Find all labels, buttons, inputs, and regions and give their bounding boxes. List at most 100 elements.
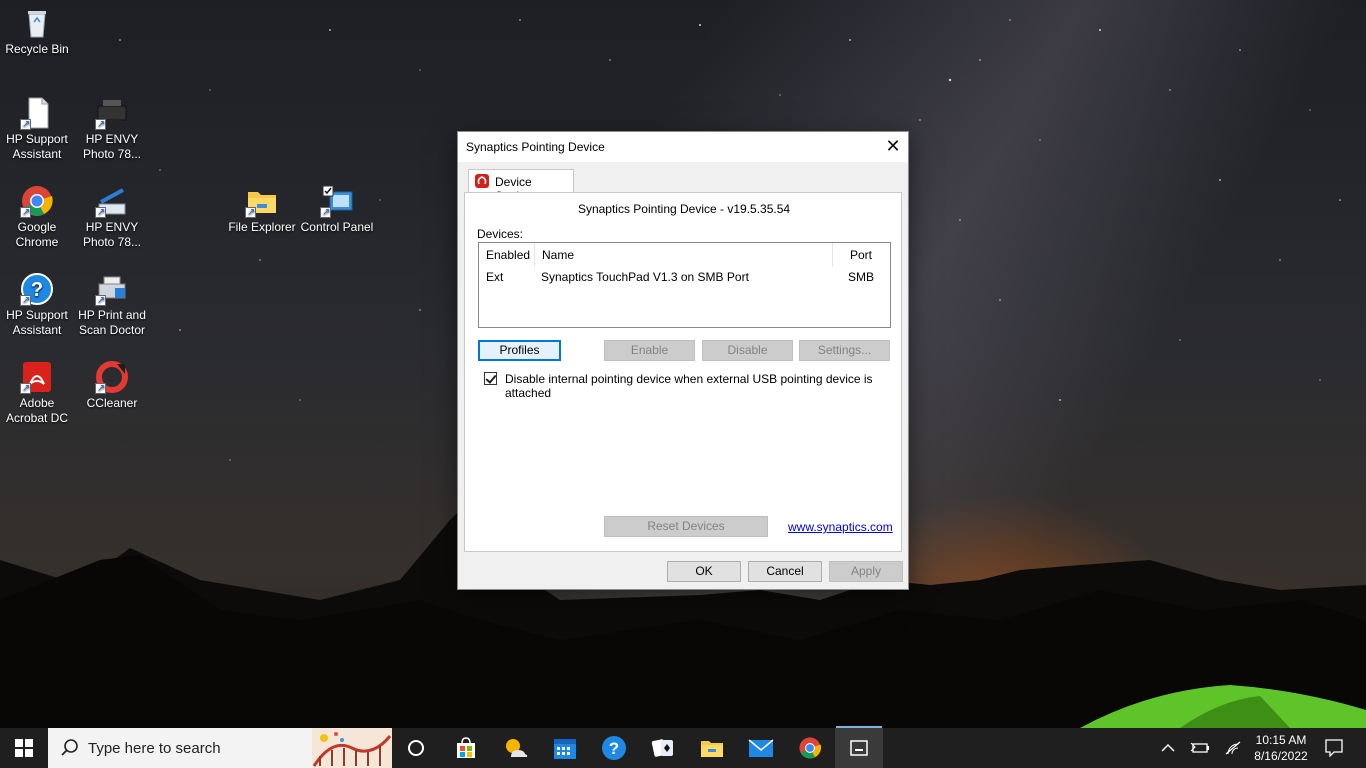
notification-icon bbox=[1325, 739, 1343, 757]
taskbar-file-explorer[interactable] bbox=[688, 728, 736, 768]
desktop-icon-label: HP Print and Scan Doctor bbox=[78, 308, 146, 337]
column-header-enabled[interactable]: Enabled bbox=[479, 243, 535, 267]
tray-clock[interactable]: 10:15 AM 8/16/2022 bbox=[1248, 732, 1314, 764]
taskbar-search-box[interactable]: Type here to search bbox=[48, 728, 392, 768]
desktop-icon-google-chrome[interactable]: Google Chrome bbox=[0, 184, 76, 250]
clock-date: 8/16/2022 bbox=[1254, 749, 1308, 763]
desktop-icon-hp-envy-1[interactable]: HP ENVY Photo 78... bbox=[73, 96, 151, 162]
desktop-icon-label: HP Support Assistant bbox=[6, 308, 68, 337]
svg-text:?: ? bbox=[609, 739, 619, 758]
synaptics-dialog: Synaptics Pointing Device ✕ Device Setti… bbox=[457, 131, 909, 590]
solitaire-icon bbox=[651, 739, 673, 757]
dialog-titlebar[interactable]: Synaptics Pointing Device ✕ bbox=[458, 132, 908, 162]
cancel-button[interactable]: Cancel bbox=[748, 561, 822, 582]
desktop-icon-label: HP Support Assistant bbox=[6, 132, 68, 161]
desktop-icon-label: Adobe Acrobat DC bbox=[5, 396, 69, 425]
devices-label: Devices: bbox=[477, 227, 524, 241]
taskbar-chrome[interactable] bbox=[786, 728, 834, 768]
tab-device-settings[interactable]: Device Settings bbox=[468, 169, 574, 203]
synaptics-logo-icon bbox=[475, 174, 489, 188]
dialog-title: Synaptics Pointing Device bbox=[466, 140, 605, 154]
microsoft-store-icon bbox=[457, 737, 475, 758]
taskbar-synaptics-window[interactable] bbox=[835, 728, 883, 768]
chevron-up-icon bbox=[1161, 743, 1175, 752]
file-explorer-icon bbox=[701, 741, 723, 757]
search-highlight-art-icon bbox=[312, 728, 392, 768]
wifi-icon bbox=[1225, 741, 1241, 755]
shortcut-arrow-icon bbox=[20, 117, 31, 132]
shortcut-arrow-icon bbox=[20, 205, 31, 220]
desktop-icon-label: CCleaner bbox=[86, 396, 138, 410]
desktop-icon-label: HP ENVY Photo 78... bbox=[82, 132, 142, 161]
taskbar-store[interactable] bbox=[442, 728, 490, 768]
shortcut-arrow-icon bbox=[20, 293, 31, 308]
search-icon bbox=[61, 739, 78, 756]
printer-icon bbox=[95, 96, 129, 132]
disable-button[interactable]: Disable bbox=[702, 340, 793, 361]
ok-button[interactable]: OK bbox=[667, 561, 741, 582]
shortcut-arrow-icon bbox=[20, 381, 31, 396]
clock-time: 10:15 AM bbox=[1255, 733, 1307, 747]
table-cell-name[interactable]: Synaptics TouchPad V1.3 on SMB Port bbox=[541, 267, 831, 287]
desktop-icon-hp-support-assistant[interactable]: HP Support Assistant bbox=[0, 96, 76, 162]
cortana-icon bbox=[408, 740, 424, 756]
tray-notifications[interactable] bbox=[1312, 728, 1356, 768]
device-settings-panel: Synaptics Pointing Device - v19.5.35.54 … bbox=[464, 192, 902, 552]
shortcut-arrow-icon bbox=[95, 293, 106, 308]
desktop-icon-label: HP ENVY Photo 78... bbox=[82, 220, 142, 249]
column-header-port[interactable]: Port bbox=[833, 243, 890, 267]
table-cell-enabled[interactable]: Ext bbox=[486, 267, 536, 287]
synaptics-link[interactable]: www.synaptics.com bbox=[788, 520, 893, 534]
control-panel-icon bbox=[320, 184, 354, 220]
desktop-icon-label: File Explorer bbox=[228, 220, 296, 234]
desktop-icon-recycle-bin[interactable]: Recycle Bin bbox=[0, 6, 76, 57]
chrome-icon bbox=[799, 737, 822, 759]
synaptics-window-icon bbox=[850, 740, 868, 756]
search-placeholder: Type here to search bbox=[88, 740, 221, 757]
shortcut-arrow-icon bbox=[320, 205, 331, 220]
acrobat-icon bbox=[20, 360, 54, 396]
active-window-indicator bbox=[836, 726, 882, 728]
desktop-icon-adobe-acrobat[interactable]: Adobe Acrobat DC bbox=[0, 360, 76, 426]
desktop-icon-file-explorer[interactable]: File Explorer bbox=[223, 184, 301, 235]
devices-table[interactable]: Enabled Name Port Ext Synaptics TouchPad… bbox=[478, 242, 891, 328]
profiles-button[interactable]: Profiles bbox=[478, 340, 561, 361]
version-label: Synaptics Pointing Device - v19.5.35.54 bbox=[577, 202, 791, 216]
enable-button[interactable]: Enable bbox=[604, 340, 695, 361]
apply-button[interactable]: Apply bbox=[829, 561, 903, 582]
get-help-icon: ? bbox=[602, 736, 626, 760]
reset-devices-button[interactable]: Reset Devices bbox=[604, 516, 768, 537]
table-cell-port[interactable]: SMB bbox=[848, 267, 888, 287]
desktop-icon-label: Control Panel bbox=[300, 220, 374, 234]
folder-icon bbox=[245, 184, 279, 220]
taskbar-weather[interactable] bbox=[492, 728, 540, 768]
taskbar-mail[interactable] bbox=[737, 728, 785, 768]
close-icon[interactable]: ✕ bbox=[878, 132, 908, 162]
settings-button[interactable]: Settings... bbox=[799, 340, 890, 361]
taskbar-calendar[interactable] bbox=[541, 728, 589, 768]
svg-text:?: ? bbox=[31, 279, 43, 301]
windows-logo-icon bbox=[15, 739, 33, 757]
start-button[interactable] bbox=[0, 728, 48, 768]
shortcut-arrow-icon bbox=[95, 205, 106, 220]
desktop-icon-hp-print-scan-doctor[interactable]: HP Print and Scan Doctor bbox=[73, 272, 151, 338]
recycle-bin-icon bbox=[20, 6, 54, 40]
disable-internal-checkbox[interactable] bbox=[484, 372, 497, 385]
desktop-icon-control-panel[interactable]: Control Panel bbox=[298, 184, 376, 235]
tray-network[interactable] bbox=[1216, 728, 1250, 768]
desktop-icon-ccleaner[interactable]: CCleaner bbox=[73, 360, 151, 411]
taskbar-cortana[interactable] bbox=[392, 728, 440, 768]
taskbar-get-help[interactable]: ? bbox=[590, 728, 638, 768]
tray-battery[interactable] bbox=[1182, 728, 1218, 768]
chrome-icon bbox=[20, 184, 54, 220]
document-icon bbox=[20, 96, 54, 132]
mail-icon bbox=[748, 739, 774, 757]
weather-icon bbox=[506, 739, 528, 757]
taskbar-solitaire[interactable] bbox=[639, 728, 687, 768]
scanner-icon bbox=[95, 184, 129, 220]
disable-internal-label[interactable]: Disable internal pointing device when ex… bbox=[505, 372, 901, 400]
desktop-icon-hp-envy-2[interactable]: HP ENVY Photo 78... bbox=[73, 184, 151, 250]
desktop-icon-hp-support-assistant-2[interactable]: ? HP Support Assistant bbox=[0, 272, 76, 338]
column-header-name[interactable]: Name bbox=[535, 243, 833, 267]
shortcut-arrow-icon bbox=[95, 117, 106, 132]
